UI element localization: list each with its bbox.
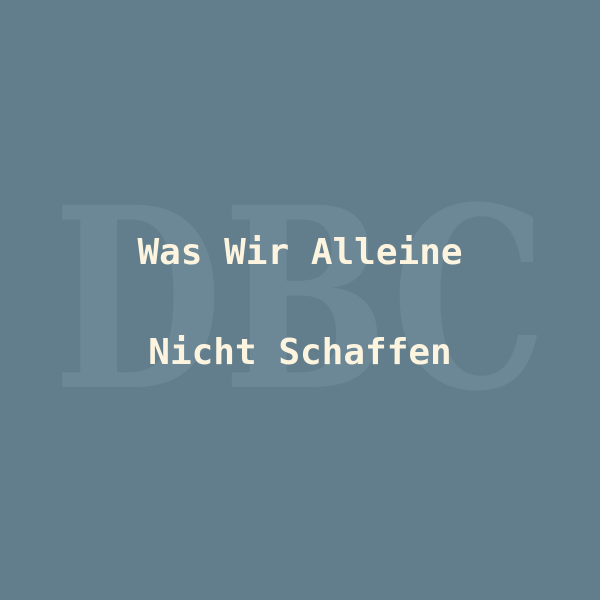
title-line-2: Nicht Schaffen <box>148 332 452 373</box>
title-line-1: Was Wir Alleine <box>137 232 463 273</box>
cover-card: DBC Was Wir Alleine Nicht Schaffen <box>0 0 600 600</box>
dbc-watermark-logo: DBC <box>53 152 547 446</box>
watermark-text: DBC <box>53 152 547 446</box>
